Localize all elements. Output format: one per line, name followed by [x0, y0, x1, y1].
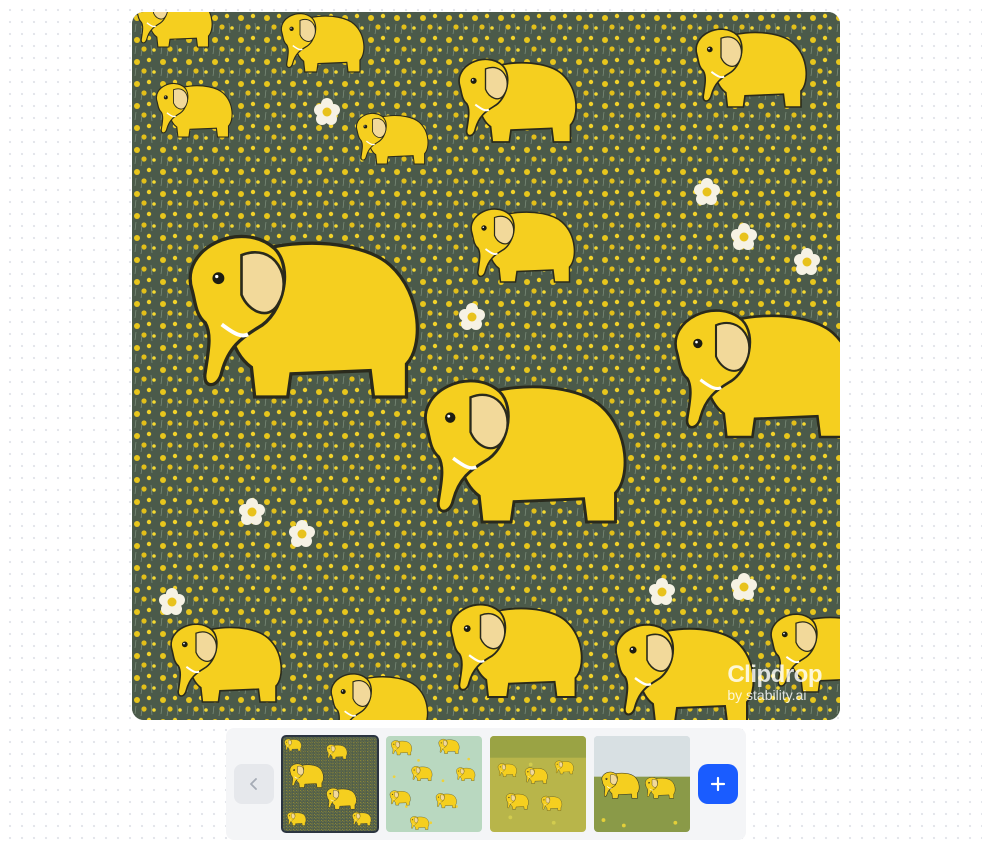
plus-icon — [710, 776, 726, 792]
add-button[interactable] — [698, 764, 738, 804]
thumbnail-strip — [226, 728, 746, 840]
thumbnail-2[interactable] — [386, 736, 482, 832]
main-image[interactable]: Clipdrop by stability.ai — [132, 12, 840, 720]
thumbnail-1-image — [282, 736, 378, 832]
thumbnail-2-image — [386, 736, 482, 832]
app-canvas: Clipdrop by stability.ai — [0, 0, 982, 845]
thumbnail-4-image — [594, 736, 690, 832]
thumbnail-4[interactable] — [594, 736, 690, 832]
thumbnail-1[interactable] — [281, 735, 379, 833]
elephant-field-illustration — [132, 12, 840, 720]
watermark: Clipdrop by stability.ai — [727, 661, 822, 703]
thumbnail-3[interactable] — [490, 736, 586, 832]
previous-button[interactable] — [234, 764, 274, 804]
watermark-byline: by stability.ai — [727, 687, 807, 703]
chevron-left-icon — [250, 778, 257, 790]
watermark-brand: Clipdrop — [727, 661, 822, 688]
thumbnail-3-image — [490, 736, 586, 832]
